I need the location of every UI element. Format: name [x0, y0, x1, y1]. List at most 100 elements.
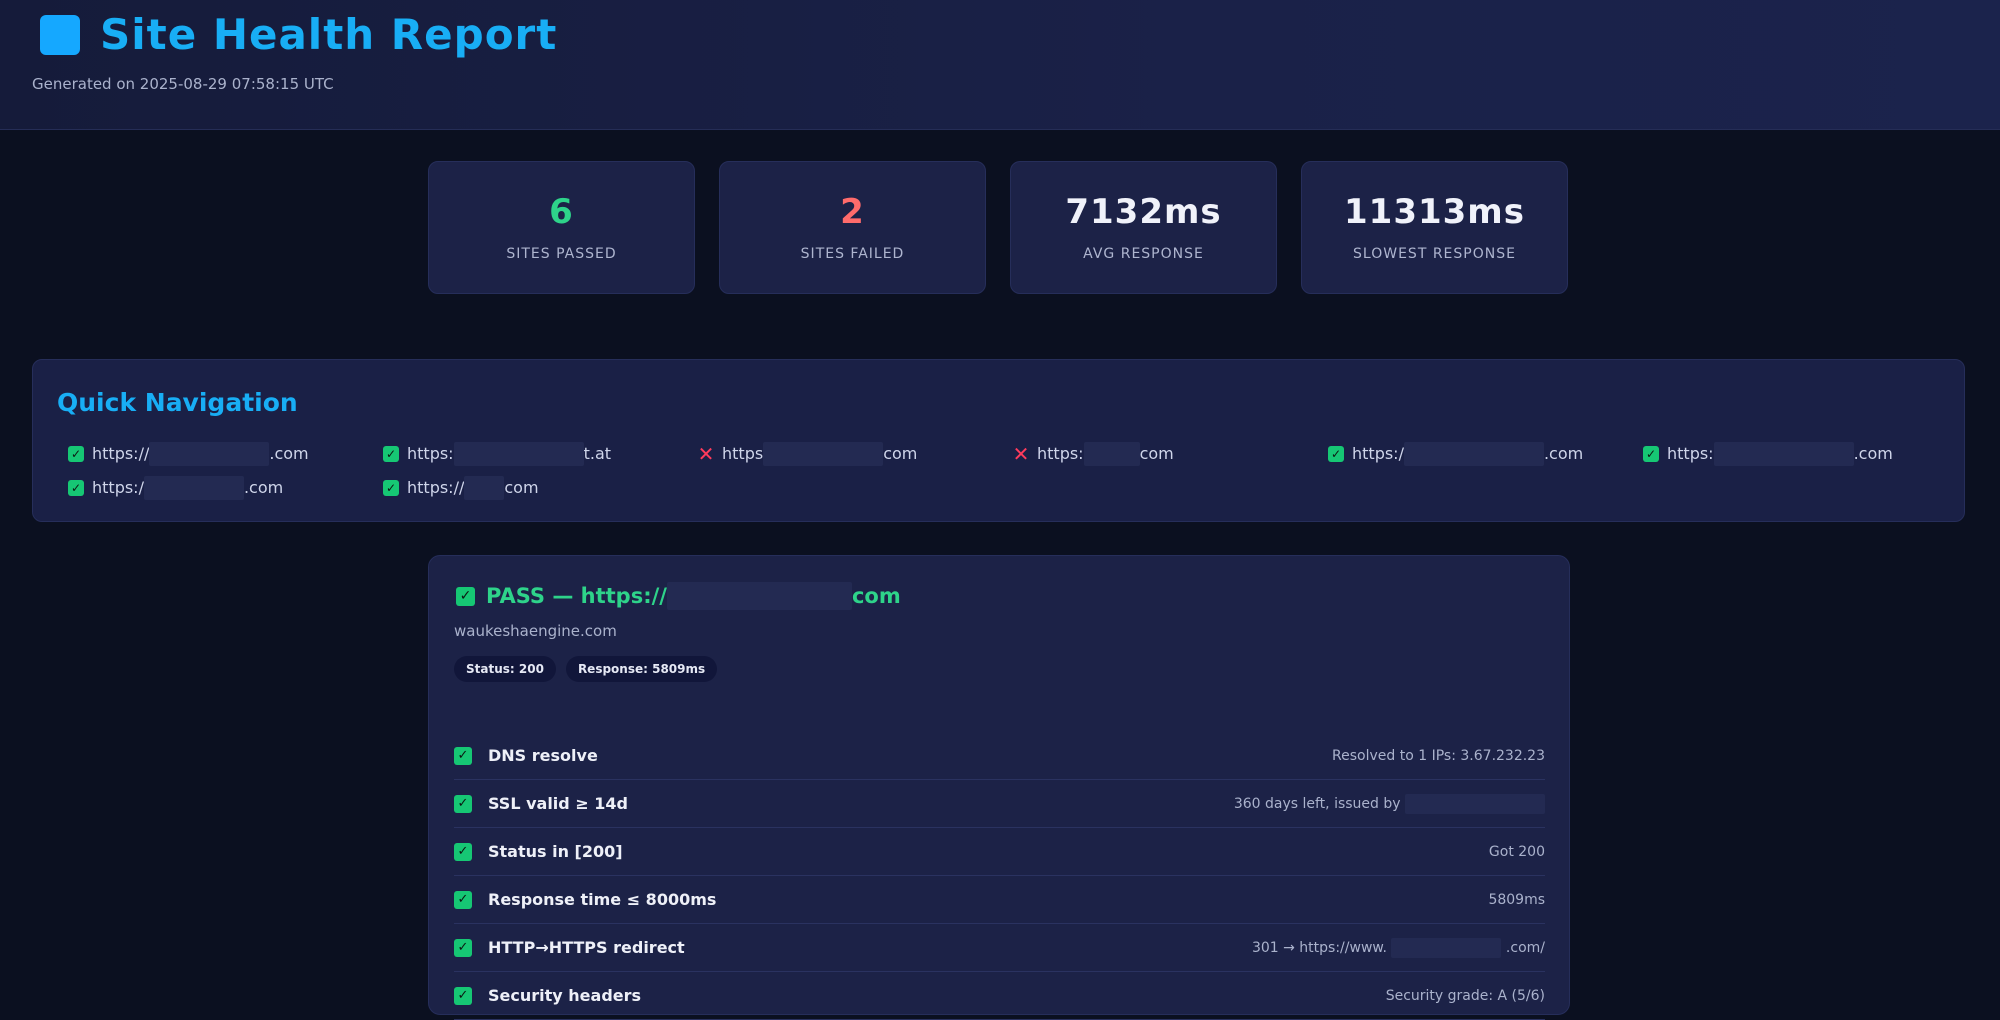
- nav-link-suffix: .com: [1853, 444, 1893, 463]
- site-detail-card: ✓ PASS — https:// com waukeshaengine.com…: [428, 555, 1570, 1020]
- check-detail: 360 days left, issued by: [1233, 793, 1545, 814]
- check-icon: ✓: [1643, 445, 1659, 462]
- site-metrics-pills: Status: 200 Response: 5809ms: [454, 656, 718, 682]
- check-detail-text: 301 → https://www.: [1251, 939, 1388, 956]
- generated-timestamp: Generated on 2025-08-29 07:58:15 UTC: [32, 75, 334, 93]
- stat-card-slowest-response: 11313ms SLOWEST RESPONSE: [1301, 161, 1568, 294]
- nav-link-prefix: https://: [92, 444, 150, 463]
- check-row-security-headers: ✓ Security headers Security grade: A (5/…: [454, 972, 1545, 1020]
- redacted-block: [149, 441, 270, 466]
- redacted-block: [143, 475, 244, 500]
- title-row: Site Health Report: [40, 10, 557, 59]
- check-icon: ✓: [68, 445, 84, 462]
- stat-value: 6: [549, 192, 574, 232]
- check-name-group: ✓ SSL valid ≥ 14d: [454, 794, 628, 813]
- check-icon: ✓: [454, 938, 472, 957]
- stat-value: 7132ms: [1065, 192, 1222, 232]
- redacted-block: [1403, 441, 1544, 466]
- check-detail: 5809ms: [1488, 891, 1545, 908]
- check-name: HTTP→HTTPS redirect: [488, 938, 685, 957]
- check-icon: ✓: [383, 445, 399, 462]
- check-name-group: ✓ Response time ≤ 8000ms: [454, 890, 716, 909]
- redacted-block: [666, 582, 852, 610]
- page-title: Site Health Report: [100, 10, 558, 59]
- nav-link-prefix: https: [722, 444, 764, 463]
- status-badge: Status: 200: [454, 656, 556, 682]
- check-detail: Got 200: [1488, 843, 1545, 860]
- nav-link-site-8[interactable]: ✓ https:// com: [383, 475, 698, 500]
- check-detail: Security grade: A (5/6): [1385, 987, 1545, 1004]
- nav-link-suffix: .com: [269, 444, 309, 463]
- check-icon: ✓: [454, 986, 472, 1005]
- check-name: SSL valid ≥ 14d: [488, 794, 629, 813]
- nav-link-prefix: https:: [1667, 444, 1714, 463]
- nav-link-site-3[interactable]: ✕ https com: [697, 441, 1013, 466]
- cross-icon: ✕: [697, 441, 715, 466]
- check-name-group: ✓ Status in [200]: [454, 842, 623, 861]
- check-icon: ✓: [68, 479, 84, 496]
- stat-value: 11313ms: [1344, 192, 1525, 232]
- nav-link-prefix: https:/: [92, 478, 144, 497]
- redacted-block: [464, 475, 505, 500]
- nav-link-prefix: https:/: [1352, 444, 1404, 463]
- nav-link-prefix: https://: [407, 478, 465, 497]
- stat-card-passed: 6 SITES PASSED: [428, 161, 695, 294]
- redacted-block: [1713, 441, 1854, 466]
- nav-link-prefix: https:: [1037, 444, 1084, 463]
- stat-label: SITES PASSED: [506, 246, 617, 262]
- response-badge: Response: 5809ms: [565, 656, 718, 682]
- cross-icon: ✕: [1012, 441, 1030, 466]
- check-row-https-redirect: ✓ HTTP→HTTPS redirect 301 → https://www.…: [454, 924, 1545, 972]
- check-icon: ✓: [1328, 445, 1344, 462]
- check-icon: ✓: [456, 586, 475, 606]
- site-detail-heading: ✓ PASS — https:// com: [456, 582, 901, 610]
- stat-label: SLOWEST RESPONSE: [1353, 246, 1516, 262]
- nav-link-site-4[interactable]: ✕ https: com: [1012, 441, 1328, 466]
- stat-card-failed: 2 SITES FAILED: [719, 161, 986, 294]
- nav-link-site-2[interactable]: ✓ https: t.at: [383, 441, 698, 466]
- nav-link-suffix: .com: [243, 478, 284, 497]
- quick-navigation-panel: Quick Navigation ✓ https:// .com ✓ https…: [32, 359, 1965, 522]
- check-icon: ✓: [454, 890, 472, 909]
- stat-label: SITES FAILED: [800, 246, 905, 262]
- site-hostname: waukeshaengine.com: [454, 622, 617, 640]
- nav-link-suffix: t.at: [583, 444, 612, 463]
- check-detail-text: 360 days left, issued by: [1233, 795, 1401, 812]
- check-name: Status in [200]: [488, 842, 623, 861]
- report-header: Site Health Report Generated on 2025-08-…: [0, 0, 2000, 130]
- redacted-block: [1083, 441, 1140, 466]
- check-name: DNS resolve: [488, 746, 598, 765]
- check-name-group: ✓ Security headers: [454, 986, 641, 1005]
- check-name: Security headers: [488, 986, 642, 1005]
- logo-square-icon: [40, 14, 80, 55]
- nav-link-site-1[interactable]: ✓ https:// .com: [68, 441, 383, 466]
- check-detail: 301 → https://www. .com/: [1251, 937, 1545, 958]
- check-row-status: ✓ Status in [200] Got 200: [454, 828, 1545, 876]
- check-detail-suffix: .com/: [1505, 939, 1545, 956]
- redacted-block: [763, 441, 884, 466]
- check-icon: ✓: [383, 479, 399, 496]
- nav-link-site-7[interactable]: ✓ https:/ .com: [68, 475, 383, 500]
- check-detail: Resolved to 1 IPs: 3.67.232.23: [1332, 747, 1545, 764]
- quick-navigation-title: Quick Navigation: [57, 388, 298, 417]
- redacted-block: [453, 441, 584, 466]
- redacted-block: [1391, 937, 1502, 958]
- stat-card-avg-response: 7132ms AVG RESPONSE: [1010, 161, 1277, 294]
- redacted-block: [1405, 793, 1545, 814]
- check-icon: ✓: [454, 746, 472, 765]
- site-detail-heading-prefix: PASS — https://: [486, 584, 667, 608]
- nav-link-site-5[interactable]: ✓ https:/ .com: [1328, 441, 1643, 466]
- nav-link-prefix: https:: [407, 444, 454, 463]
- nav-link-suffix: com: [883, 444, 918, 463]
- check-row-ssl: ✓ SSL valid ≥ 14d 360 days left, issued …: [454, 780, 1545, 828]
- nav-link-site-6[interactable]: ✓ https: .com: [1643, 441, 1958, 466]
- check-row-dns: ✓ DNS resolve Resolved to 1 IPs: 3.67.23…: [454, 732, 1545, 780]
- stat-value: 2: [840, 192, 865, 232]
- quick-navigation-list: ✓ https:// .com ✓ https: t.at ✕ https co…: [68, 441, 1958, 500]
- summary-stats: 6 SITES PASSED 2 SITES FAILED 7132ms AVG…: [428, 161, 1568, 294]
- check-row-response-time: ✓ Response time ≤ 8000ms 5809ms: [454, 876, 1545, 924]
- check-name-group: ✓ DNS resolve: [454, 746, 598, 765]
- check-icon: ✓: [454, 794, 472, 813]
- nav-link-suffix: com: [504, 478, 539, 497]
- nav-link-suffix: .com: [1543, 444, 1584, 463]
